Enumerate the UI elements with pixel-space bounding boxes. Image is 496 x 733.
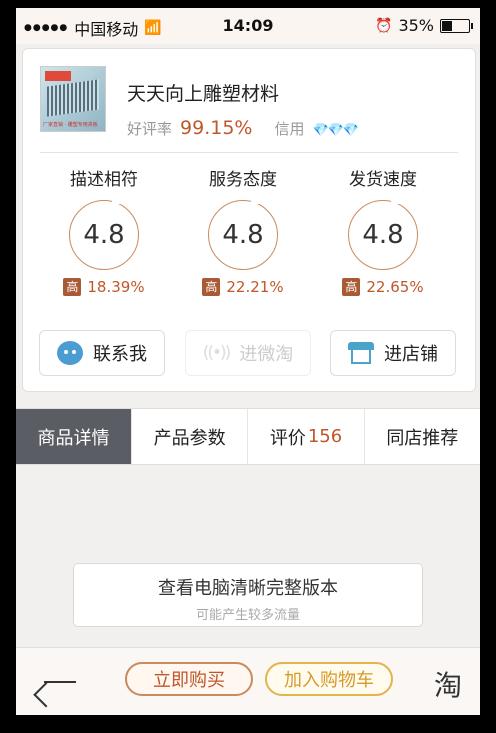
score-shipping: 发货速度 4.8 高 22.65% (328, 165, 438, 296)
tab-store-recommend[interactable]: 同店推荐 (363, 409, 480, 464)
shop-card: 厂家直销 · 雕塑专用夹板 天天向上雕塑材料 好评率 99.15% 信用 💎💎💎… (22, 48, 476, 392)
shop-logo[interactable]: 厂家直销 · 雕塑专用夹板 (40, 66, 106, 132)
buy-now-button[interactable]: 立即购买 (125, 662, 253, 696)
battery-percent: 35% (398, 16, 434, 35)
credit-label: 信用 (274, 120, 305, 138)
tab-bar: 商品详情 产品参数 评价 156 同店推荐 (16, 408, 480, 465)
review-count: 156 (307, 426, 343, 447)
store-icon (348, 342, 374, 364)
shop-name[interactable]: 天天向上雕塑材料 (127, 79, 279, 106)
chat-icon (57, 341, 83, 365)
enter-store-button[interactable]: 进店铺 (330, 330, 456, 376)
status-bar: ●●●●● 中国移动 📶 14:09 ⏰ 35% (16, 8, 480, 44)
pc-version-title: 查看电脑清晰完整版本 (158, 578, 338, 599)
tab-product-params[interactable]: 产品参数 (131, 409, 247, 464)
broadcast-icon: ((•)) (202, 343, 232, 363)
high-badge: 高 (202, 278, 221, 296)
bottom-bar: 立即购买 加入购物车 淘 (16, 647, 480, 715)
pc-version-subtitle: 可能产生较多流量 (195, 608, 300, 623)
divider (40, 152, 458, 153)
battery-icon (440, 18, 473, 33)
score-circle: 4.8 (348, 198, 418, 270)
add-to-cart-button[interactable]: 加入购物车 (265, 662, 393, 696)
score-service: 服务态度 4.8 高 22.21% (188, 165, 298, 296)
tab-product-details[interactable]: 商品详情 (16, 409, 131, 464)
rating-value: 99.15% (180, 117, 253, 139)
screen: ●●●●● 中国移动 📶 14:09 ⏰ 35% 厂家直销 · 雕塑专用夹板 天… (16, 8, 480, 715)
high-badge: 高 (342, 278, 361, 296)
rating-label: 好评率 (127, 120, 173, 138)
high-badge: 高 (63, 278, 82, 296)
score-description: 描述相符 4.8 高 18.39% (49, 165, 159, 296)
back-arrow-icon[interactable] (33, 668, 82, 708)
weitao-button[interactable]: ((•)) 进微淘 (185, 330, 311, 376)
taobao-icon[interactable]: 淘 (434, 664, 462, 704)
shop-rating: 好评率 99.15% 信用 💎💎💎 (127, 117, 359, 139)
alarm-icon: ⏰ (375, 17, 393, 34)
score-circle: 4.8 (69, 198, 139, 270)
score-circle: 4.8 (208, 198, 278, 270)
tab-reviews[interactable]: 评价 156 (247, 409, 363, 464)
contact-button[interactable]: 联系我 (39, 330, 165, 376)
view-pc-version-button[interactable]: 查看电脑清晰完整版本 可能产生较多流量 (73, 563, 423, 627)
diamond-icon: 💎💎💎 (312, 123, 359, 138)
